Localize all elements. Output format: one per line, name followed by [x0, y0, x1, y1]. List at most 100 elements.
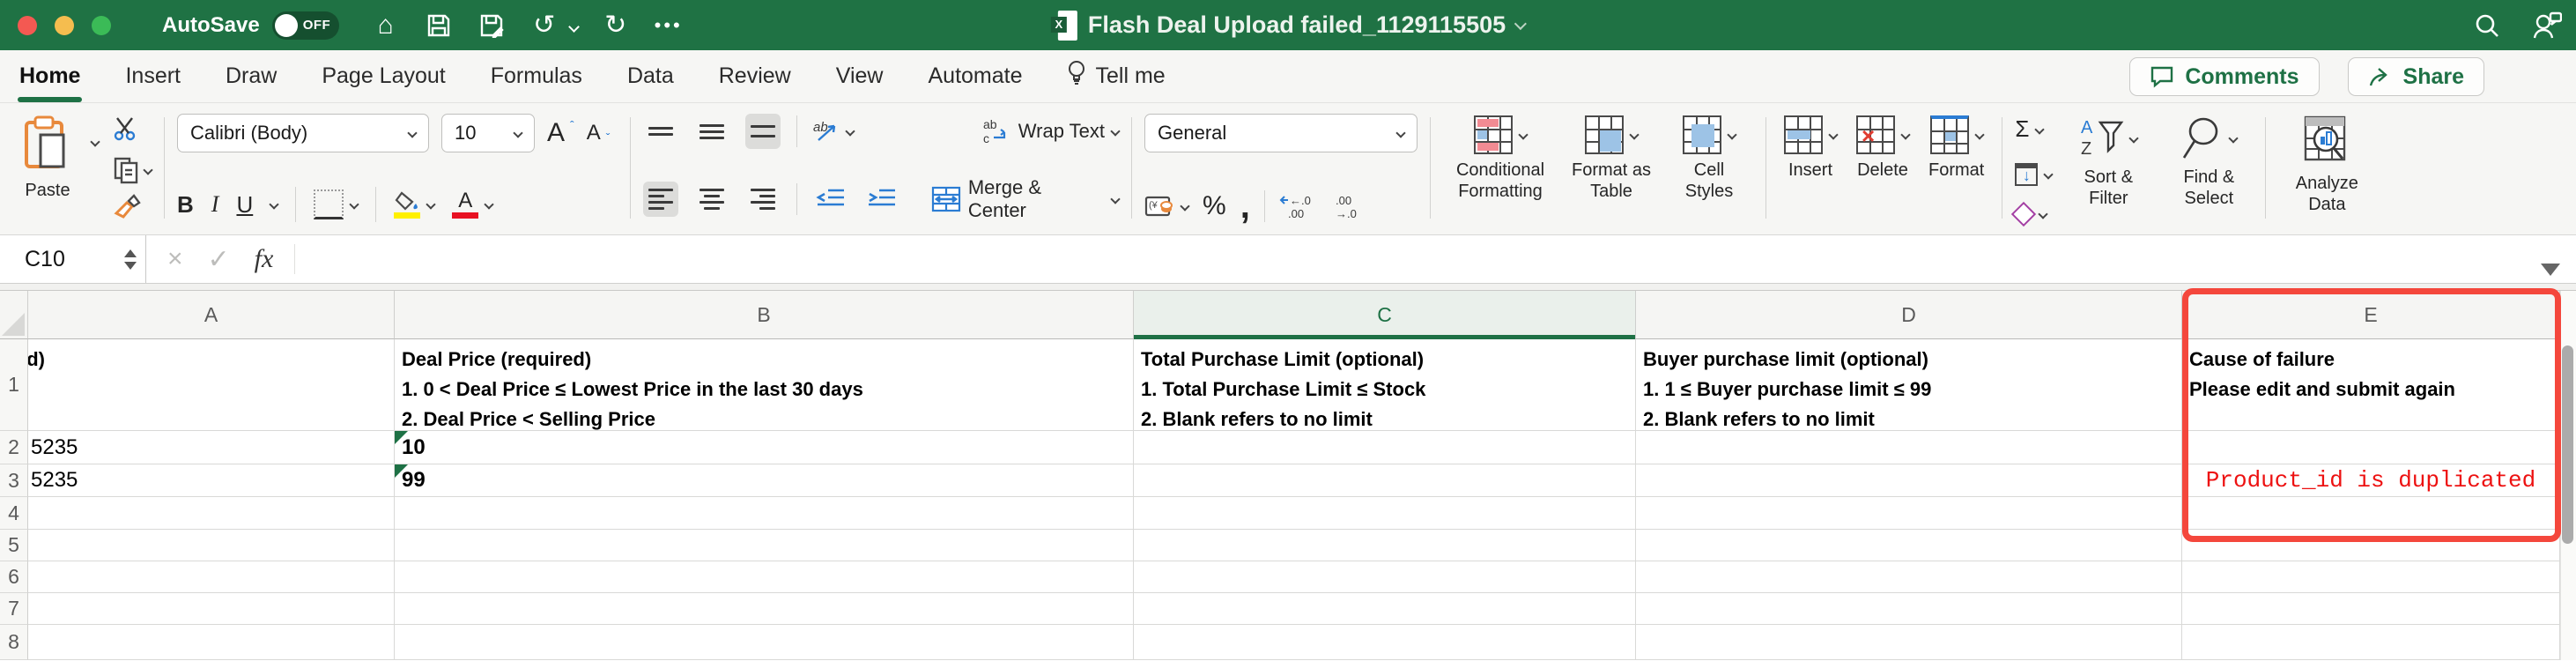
cell-a1[interactable]: ed) — [28, 339, 395, 431]
sort-filter-button[interactable]: AZ Sort & Filter — [2064, 114, 2152, 211]
cell-c3[interactable] — [1134, 464, 1636, 497]
find-select-chevron-icon[interactable] — [2229, 133, 2239, 143]
cell-b8[interactable] — [395, 625, 1134, 660]
copy-chevron-icon[interactable] — [143, 165, 152, 175]
redo-icon[interactable]: ↻ — [601, 11, 631, 41]
bold-button[interactable]: B — [177, 191, 194, 219]
font-color-button[interactable]: A — [452, 191, 492, 219]
cell-b4[interactable] — [395, 497, 1134, 530]
cell-e7[interactable] — [2182, 593, 2560, 625]
maximize-window-button[interactable] — [92, 16, 111, 35]
cell-e6[interactable] — [2182, 561, 2560, 593]
cell-b3[interactable]: 99 — [395, 464, 1134, 497]
cell-d6[interactable] — [1636, 561, 2182, 593]
align-center-button[interactable] — [694, 182, 729, 217]
tab-formulas[interactable]: Formulas — [489, 56, 584, 96]
paste-chevron-icon[interactable] — [90, 137, 100, 146]
autosum-chevron-icon[interactable] — [2035, 124, 2045, 134]
row-header-2[interactable]: 2 — [0, 431, 28, 464]
title-chevron-down-icon[interactable] — [1514, 17, 1527, 29]
fill-color-chevron-icon[interactable] — [426, 199, 436, 209]
tab-automate[interactable]: Automate — [926, 56, 1024, 96]
tab-home[interactable]: Home — [18, 56, 82, 96]
percent-style-button[interactable]: % — [1203, 191, 1226, 221]
merge-center-chevron-icon[interactable] — [1110, 194, 1120, 204]
wrap-text-button[interactable]: abc Wrap Text — [983, 118, 1119, 145]
align-bottom-button[interactable] — [745, 114, 781, 149]
cell-d7[interactable] — [1636, 593, 2182, 625]
column-header-d[interactable]: D — [1636, 291, 2182, 339]
font-size-select[interactable]: 10 — [441, 114, 535, 152]
align-middle-button[interactable] — [694, 114, 729, 149]
tab-page-layout[interactable]: Page Layout — [320, 56, 447, 96]
insert-cells-button[interactable]: Insert — [1779, 114, 1842, 182]
name-box-spinner[interactable] — [124, 249, 137, 270]
cell-a6[interactable] — [28, 561, 395, 593]
cell-a3[interactable]: 5235 — [28, 464, 395, 497]
row-header-3[interactable]: 3 — [0, 464, 28, 497]
delete-chevron-icon[interactable] — [1900, 130, 1910, 139]
close-window-button[interactable] — [18, 16, 37, 35]
row-header-4[interactable]: 4 — [0, 497, 28, 530]
row-header-5[interactable]: 5 — [0, 530, 28, 561]
cell-a4[interactable] — [28, 497, 395, 530]
cell-d2[interactable] — [1636, 431, 2182, 464]
column-header-e[interactable]: E — [2182, 291, 2560, 339]
cell-b6[interactable] — [395, 561, 1134, 593]
font-color-chevron-icon[interactable] — [485, 199, 494, 209]
decrease-indent-button[interactable] — [813, 182, 848, 217]
tell-me-button[interactable]: Tell me — [1066, 60, 1166, 93]
cell-a5[interactable] — [28, 530, 395, 561]
cell-e5[interactable] — [2182, 530, 2560, 561]
cell-e3[interactable]: Product_id is duplicated — [2182, 464, 2560, 497]
orientation-button[interactable]: ab — [813, 119, 854, 144]
cell-a8[interactable] — [28, 625, 395, 660]
cell-a2[interactable]: 5235 — [28, 431, 395, 464]
row-header-8[interactable]: 8 — [0, 625, 28, 660]
clear-chevron-icon[interactable] — [2039, 209, 2048, 219]
cell-d8[interactable] — [1636, 625, 2182, 660]
cell-c5[interactable] — [1134, 530, 1636, 561]
formula-input[interactable] — [295, 235, 2576, 283]
increase-font-size-button[interactable]: Aˆ — [547, 118, 574, 148]
column-header-b[interactable]: B — [395, 291, 1134, 339]
name-box[interactable]: C10 — [0, 235, 146, 283]
tab-view[interactable]: View — [834, 56, 885, 96]
align-left-button[interactable] — [643, 182, 678, 217]
cell-a7[interactable] — [28, 593, 395, 625]
share-button[interactable]: Share — [2348, 57, 2484, 96]
cell-e8[interactable] — [2182, 625, 2560, 660]
orientation-chevron-icon[interactable] — [845, 126, 855, 136]
select-all-button[interactable] — [0, 291, 28, 339]
enter-icon[interactable]: ✓ — [208, 244, 230, 275]
borders-button[interactable] — [314, 189, 358, 219]
cell-styles-chevron-icon[interactable] — [1727, 130, 1736, 139]
decrease-font-size-button[interactable]: Aˇ — [587, 121, 611, 145]
underline-chevron-icon[interactable] — [270, 199, 279, 209]
home-icon[interactable]: ⌂ — [371, 11, 401, 41]
cell-b2[interactable]: 10 — [395, 431, 1134, 464]
fill-button[interactable]: ↓ — [2015, 163, 2052, 186]
accounting-format-button[interactable]: (¥ — [1144, 194, 1188, 219]
cell-e2[interactable] — [2182, 431, 2560, 464]
clear-button[interactable] — [2015, 205, 2052, 223]
autosave-toggle[interactable]: OFF — [272, 11, 339, 40]
format-as-table-button[interactable]: Format as Table — [1563, 114, 1660, 204]
comma-style-button[interactable]: , — [1240, 197, 1250, 215]
align-right-button[interactable] — [745, 182, 781, 217]
cell-d4[interactable] — [1636, 497, 2182, 530]
conditional-formatting-button[interactable]: Conditional Formatting — [1443, 114, 1558, 204]
borders-chevron-icon[interactable] — [350, 199, 359, 209]
cell-d5[interactable] — [1636, 530, 2182, 561]
minimize-window-button[interactable] — [55, 16, 74, 35]
sort-filter-chevron-icon[interactable] — [2129, 133, 2139, 143]
format-chevron-icon[interactable] — [1974, 130, 1984, 139]
format-cells-button[interactable]: Format — [1923, 114, 1989, 182]
row-header-7[interactable]: 7 — [0, 593, 28, 625]
tab-draw[interactable]: Draw — [224, 56, 278, 96]
search-icon[interactable] — [2472, 11, 2502, 41]
row-header-1[interactable]: 1 — [0, 339, 28, 431]
column-header-a[interactable]: A — [28, 291, 395, 339]
conditional-formatting-chevron-icon[interactable] — [1518, 130, 1528, 139]
row-header-6[interactable]: 6 — [0, 561, 28, 593]
